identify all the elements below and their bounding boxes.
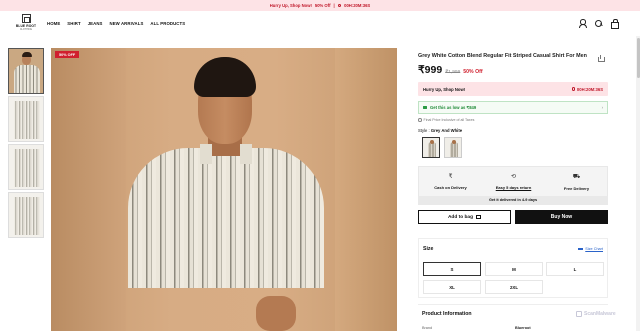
chevron-right-icon: › [601,105,603,110]
announcement-text: Hurry Up, Shop Now! [269,3,312,8]
coupon-text: Get this as low as ₹849 [430,105,477,110]
product-information-title[interactable]: Product Information [422,311,472,317]
mrp: ₹1,999 [445,70,461,75]
service-cod: ₹ Cash on Delivery [419,173,482,190]
logo-mark-icon [21,14,31,23]
thumbnail-2[interactable] [8,96,44,142]
tag-icon [423,105,427,110]
share-icon[interactable] [597,55,605,62]
exchange-icon: ⟲ [510,174,517,180]
add-to-bag-button[interactable]: Add to bag [418,210,511,224]
nav-home[interactable]: HOME [47,21,60,26]
hurry-banner: Hurry Up, Shop Now! 00H:20M:36S [418,82,608,96]
size-chart-link[interactable]: Size Chart [578,247,603,251]
discount-badge: 50% OFF [55,51,80,58]
style-label-value: Grey And White [430,128,463,133]
thumbnail-list [8,48,45,240]
clock-icon [337,3,342,8]
hurry-text: Hurry Up, Shop Now! [423,86,466,92]
brand-value: Blueroot [515,326,531,330]
service-free-delivery: ⛟ Free Delivery [545,173,608,191]
size-option-m[interactable]: M [485,262,543,276]
nav-jeans[interactable]: JEANS [88,21,103,26]
truck-icon: ⛟ [572,174,581,180]
product-title: Grey White Cotton Blend Regular Fit Stri… [418,53,587,59]
style-label: Style : Grey And White [418,128,462,133]
bag-icon [476,215,482,219]
bag-icon[interactable] [610,19,619,29]
thumbnail-1[interactable] [8,48,44,94]
tax-note: Final Price Inclusive of all Taxes [418,118,474,122]
product-information-section: Product Information Brand Blueroot [418,304,608,334]
main-nav: HOME SHIRT JEANS NEW ARRIVALS ALL PRODUC… [47,21,185,26]
rupee-icon: ₹ [448,174,453,180]
countdown-timer: 00H:20M:36S [571,86,603,92]
add-to-bag-label: Add to bag [447,214,474,220]
price: ₹999 [418,64,443,76]
announcement-discount: 50% Off [314,3,331,8]
announcement-bar: Hurry Up, Shop Now! 50% Off | 00H:20M:36… [0,0,640,11]
nav-new-arrivals[interactable]: NEW ARRIVALS [110,21,144,26]
search-icon[interactable] [594,19,602,27]
header-icons [578,19,619,29]
tax-note-text: Final Price Inclusive of all Taxes [423,118,475,122]
announcement-timer: 00H:20M:36S [344,3,371,8]
watermark-text: ScanMalware [584,311,616,317]
clock-icon [571,87,576,91]
buy-now-button[interactable]: Buy Now [515,210,608,224]
service-delivery-label: Free Delivery [563,186,590,191]
service-cod-label: Cash on Delivery [434,185,467,190]
model-shirt [128,148,324,288]
brand-label: Brand [422,326,433,330]
service-return-label[interactable]: Easy 5 days return [496,185,532,190]
ruler-icon [578,247,584,251]
size-chart-label[interactable]: Size Chart [585,247,603,251]
size-selector: Size Size Chart S M L XL 2XL [418,238,608,298]
thumbnail-3[interactable] [8,144,44,190]
style-swatch-1[interactable] [422,137,440,158]
watermark: ScanMalware [576,311,616,317]
size-option-2xl[interactable]: 2XL [485,280,543,294]
page-scrollbar[interactable] [636,36,640,331]
brand-logo[interactable]: BLUE ROOT CLOTHING [16,14,36,34]
logo-sub: CLOTHING [19,28,33,31]
scrollbar-thumb[interactable] [636,38,640,78]
size-label: Size [423,246,434,252]
timer-text: 00H:20M:36S [576,86,603,92]
price-row: ₹999 ₹1,999 50% Off [418,64,483,76]
size-option-s[interactable]: S [423,262,481,276]
coupon-offer[interactable]: Get this as low as ₹849 › [418,101,608,114]
brand-row: Brand Blueroot [422,326,602,330]
size-option-xl[interactable]: XL [423,280,481,294]
nav-shirt[interactable]: SHIRT [67,21,80,26]
info-icon [418,118,422,122]
site-header: BLUE ROOT CLOTHING HOME SHIRT JEANS NEW … [0,11,640,36]
style-label-key: Style : [418,128,430,133]
service-return[interactable]: ⟲ Easy 5 days return [482,173,545,190]
nav-all-products[interactable]: ALL PRODUCTS [150,21,185,26]
discount-percent: 50% Off [463,69,483,75]
thumbnail-4[interactable] [8,192,44,238]
delivery-note: Get it delivered in 4-9 days [418,196,608,205]
style-swatch-2[interactable] [444,137,462,158]
shield-icon [576,311,582,317]
user-icon[interactable] [578,19,587,28]
size-option-l[interactable]: L [546,262,604,276]
